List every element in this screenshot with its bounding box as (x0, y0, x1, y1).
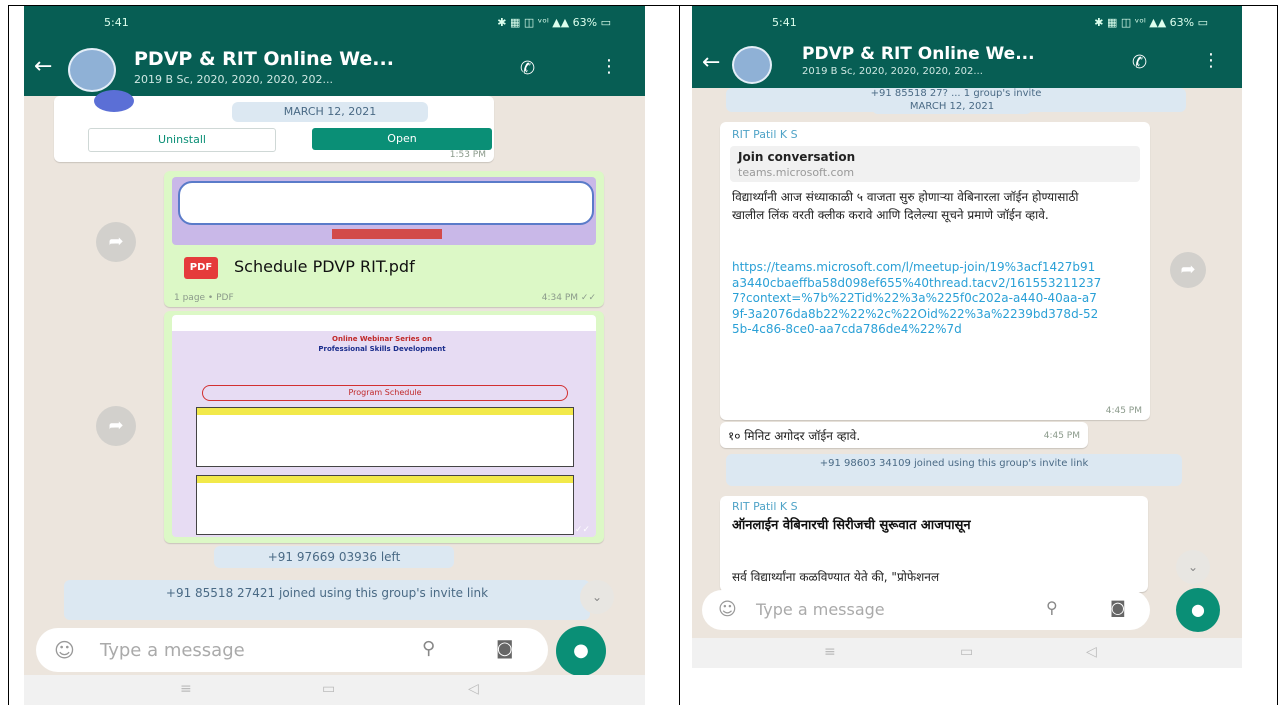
schedule-table-2 (196, 475, 574, 535)
message-body: विद्यार्थ्यांनी आज संध्याकाळी ५ वाजता सु… (732, 190, 1079, 222)
notice-text: +91 85518 27? ... 1 group's invite (870, 88, 1042, 99)
back-nav-icon[interactable]: ◁ (1086, 644, 1097, 660)
pdf-file-icon: PDF (184, 257, 218, 279)
link-preview[interactable]: Join conversation teams.microsoft.com (730, 146, 1140, 182)
home-icon[interactable]: ▭ (322, 681, 335, 697)
schedule-image[interactable]: Online Webinar Series on Professional Sk… (172, 315, 596, 537)
back-arrow-icon[interactable]: ← (702, 50, 720, 75)
left-phone-screenshot: 5:41 ✱ ▦ ◫ ᵛᵒˡ ▲▲ 63% ▭ ← PDVP & RIT Onl… (24, 6, 645, 705)
table-border-middle (679, 5, 680, 705)
table-header-row (197, 476, 573, 483)
android-nav-bar: ≡ ▭ ◁ (24, 675, 645, 705)
status-icons: ✱ ▦ ◫ ᵛᵒˡ ▲▲ 63% ▭ (1094, 16, 1208, 29)
app-card-message: MARCH 12, 2021 Uninstall Open 1:53 PM (54, 90, 494, 162)
incoming-message[interactable]: १० मिनिट अगोदर जॉईन व्हावे. 4:45 PM (720, 422, 1088, 448)
scroll-down-icon[interactable]: ⌄ (1176, 550, 1210, 584)
table-border-right (1277, 5, 1278, 705)
program-schedule-label: Program Schedule (202, 385, 568, 401)
message-input-bar[interactable]: ☺ Type a message ⚲ ◙ (702, 590, 1150, 630)
group-avatar[interactable] (732, 46, 772, 84)
message-time: 4:34 PM ✓✓ (541, 293, 596, 303)
incoming-message[interactable]: RIT Patil K S ऑनलाईन वेबिनारची सिरीजची स… (720, 496, 1148, 592)
image-message[interactable]: Online Webinar Series on Professional Sk… (164, 311, 604, 543)
back-nav-icon[interactable]: ◁ (468, 681, 479, 697)
table-border-left (8, 5, 9, 705)
link-preview-title: Join conversation (738, 150, 856, 164)
image-subheader: Professional Skills Development (318, 345, 446, 353)
system-left-notice: +91 97669 03936 left (214, 546, 454, 568)
status-bar: 5:41 ✱ ▦ ◫ ᵛᵒˡ ▲▲ 63% ▭ (692, 6, 1242, 40)
status-time: 5:41 (772, 16, 797, 29)
message-time: 4:35 PM ✓✓ (535, 525, 590, 535)
image-header: Online Webinar Series on (332, 335, 432, 343)
attach-icon[interactable]: ⚲ (422, 638, 435, 659)
message-time: 4:45 PM (1043, 431, 1080, 441)
home-icon[interactable]: ▭ (960, 644, 973, 660)
emoji-icon[interactable]: ☺ (54, 638, 75, 662)
date-chip: MARCH 12, 2021 (232, 102, 428, 122)
thumbnail-title-strip (332, 229, 442, 239)
message-time: 1:53 PM (449, 150, 486, 160)
system-joined-notice: +91 98603 34109 joined using this group'… (726, 454, 1182, 486)
pdf-filename: Schedule PDVP RIT.pdf (234, 257, 415, 276)
message-body: सर्व विद्यार्थ्यांना कळविण्यात येते की, … (732, 570, 940, 584)
message-title: ऑनलाईन वेबिनारची सिरीजची सुरूवात आजपासून (732, 518, 971, 533)
teams-app-icon (94, 90, 134, 112)
message-input[interactable]: Type a message (100, 640, 245, 661)
mic-button[interactable]: ● (1176, 588, 1220, 632)
group-title[interactable]: PDVP & RIT Online We... (134, 48, 394, 70)
image-top-banner (172, 315, 596, 331)
forward-icon[interactable]: ➦ (1170, 252, 1206, 288)
camera-icon[interactable]: ◙ (496, 638, 513, 659)
thumbnail-banner (178, 181, 594, 225)
table-header-row (197, 408, 573, 415)
android-nav-bar: ≡ ▭ ◁ (692, 638, 1242, 668)
add-call-icon[interactable]: ✆ (520, 58, 535, 79)
system-joined-notice: +91 85518 27421 joined using this group'… (64, 580, 590, 620)
add-call-icon[interactable]: ✆ (1132, 52, 1147, 73)
pdf-message[interactable]: PDF Schedule PDVP RIT.pdf 1 page • PDF 4… (164, 171, 604, 307)
forward-icon[interactable]: ➦ (96, 222, 136, 262)
teams-meeting-link[interactable]: https://teams.microsoft.com/l/meetup-joi… (732, 260, 1102, 398)
status-time: 5:41 (104, 16, 129, 29)
incoming-message[interactable]: RIT Patil K S Join conversation teams.mi… (720, 122, 1150, 420)
message-time: 4:45 PM (1105, 406, 1142, 416)
back-arrow-icon[interactable]: ← (34, 54, 52, 79)
message-input[interactable]: Type a message (756, 600, 885, 619)
uninstall-button[interactable]: Uninstall (88, 128, 276, 152)
emoji-icon[interactable]: ☺ (718, 599, 737, 620)
open-button[interactable]: Open (312, 128, 492, 150)
group-members: 2019 B Sc, 2020, 2020, 2020, 202... (134, 73, 334, 86)
group-avatar[interactable] (68, 48, 116, 92)
chat-header: ← PDVP & RIT Online We... 2019 B Sc, 202… (24, 40, 645, 96)
right-phone-screenshot: 5:41 ✱ ▦ ◫ ᵛᵒˡ ▲▲ 63% ▭ ← PDVP & RIT Onl… (692, 6, 1242, 668)
status-bar: 5:41 ✱ ▦ ◫ ᵛᵒˡ ▲▲ 63% ▭ (24, 6, 645, 40)
forward-icon[interactable]: ➦ (96, 406, 136, 446)
pdf-info: 1 page • PDF (174, 293, 234, 303)
schedule-table-1 (196, 407, 574, 467)
scroll-down-icon[interactable]: ⌄ (580, 580, 614, 614)
pdf-thumbnail[interactable] (172, 177, 596, 245)
date-chip: MARCH 12, 2021 (872, 100, 1032, 114)
chat-header: ← PDVP & RIT Online We... 2019 B Sc, 202… (692, 40, 1242, 88)
recent-apps-icon[interactable]: ≡ (180, 681, 192, 697)
camera-icon[interactable]: ◙ (1110, 598, 1126, 617)
link-preview-url: teams.microsoft.com (738, 166, 855, 179)
group-title[interactable]: PDVP & RIT Online We... (802, 44, 1035, 64)
status-icons: ✱ ▦ ◫ ᵛᵒˡ ▲▲ 63% ▭ (497, 16, 611, 29)
recent-apps-icon[interactable]: ≡ (824, 644, 836, 660)
sender-name: RIT Patil K S (732, 128, 798, 141)
message-input-bar[interactable]: ☺ Type a message ⚲ ◙ (36, 628, 548, 672)
more-options-icon[interactable]: ⋮ (600, 56, 618, 77)
more-options-icon[interactable]: ⋮ (1202, 50, 1220, 71)
sender-name: RIT Patil K S (732, 500, 798, 513)
group-members: 2019 B Sc, 2020, 2020, 2020, 202... (802, 66, 983, 77)
message-body: १० मिनिट अगोदर जॉईन व्हावे. (728, 429, 861, 443)
mic-button[interactable]: ● (556, 626, 606, 676)
attach-icon[interactable]: ⚲ (1046, 598, 1058, 617)
